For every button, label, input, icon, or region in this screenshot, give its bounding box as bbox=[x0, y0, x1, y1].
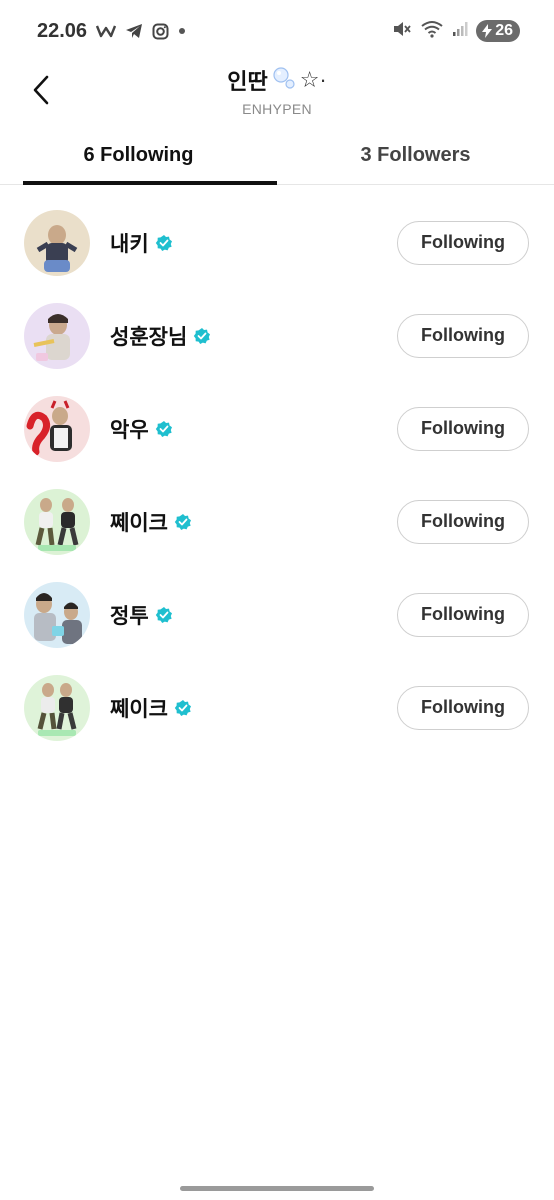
user-name: 성훈장님 bbox=[110, 325, 188, 349]
page-title: 인딴 bbox=[227, 69, 268, 94]
verified-badge-icon bbox=[174, 513, 192, 531]
battery-indicator: 26 bbox=[476, 20, 520, 42]
page-title-row: 인딴 ☆· bbox=[227, 64, 327, 96]
title-decoration: ☆· bbox=[299, 67, 327, 92]
instagram-icon bbox=[152, 23, 169, 40]
home-indicator[interactable] bbox=[180, 1186, 374, 1191]
header-title-block: 인딴 ☆· ENHYPEN bbox=[0, 62, 554, 117]
avatar[interactable] bbox=[24, 302, 90, 369]
user-name-row[interactable]: 쩨이크 bbox=[110, 693, 192, 723]
user-name: 정투 bbox=[110, 604, 149, 628]
header: 인딴 ☆· ENHYPEN bbox=[0, 62, 554, 126]
list-item[interactable]: 쩨이크 Following bbox=[0, 661, 554, 754]
list-item[interactable]: 내키 Following bbox=[0, 196, 554, 289]
verified-badge-icon bbox=[155, 420, 173, 438]
page-subtitle: ENHYPEN bbox=[242, 101, 312, 117]
following-button[interactable]: Following bbox=[397, 406, 529, 451]
charging-icon bbox=[482, 24, 493, 38]
following-button[interactable]: Following bbox=[397, 685, 529, 730]
user-name-row[interactable]: 내키 bbox=[110, 228, 173, 258]
dot-icon bbox=[178, 27, 186, 35]
verified-badge-icon bbox=[174, 699, 192, 717]
tab-followers[interactable]: 3 Followers bbox=[277, 126, 554, 184]
bubbles-icon bbox=[272, 65, 296, 95]
tab-bar: 6 Following 3 Followers bbox=[0, 126, 554, 185]
signal-icon bbox=[452, 21, 468, 42]
verified-badge-icon bbox=[155, 234, 173, 252]
following-button[interactable]: Following bbox=[397, 499, 529, 544]
avatar[interactable] bbox=[24, 395, 90, 462]
user-name-row[interactable]: 쩨이크 bbox=[110, 507, 192, 537]
mute-icon bbox=[392, 20, 412, 43]
tab-following[interactable]: 6 Following bbox=[0, 126, 277, 185]
following-list: 내키 Following 성훈장님 Following 악우 Following… bbox=[0, 196, 554, 754]
clock: 22.06 bbox=[37, 19, 88, 42]
following-button[interactable]: Following bbox=[397, 592, 529, 637]
status-bar: 22.06 26 bbox=[0, 0, 554, 62]
verified-badge-icon bbox=[155, 606, 173, 624]
user-name: 내키 bbox=[110, 232, 149, 256]
status-left: 22.06 bbox=[37, 20, 186, 43]
user-name: 악우 bbox=[110, 418, 149, 442]
telegram-icon bbox=[125, 23, 143, 39]
battery-level: 26 bbox=[495, 22, 513, 39]
following-button[interactable]: Following bbox=[397, 220, 529, 265]
avatar[interactable] bbox=[24, 674, 90, 741]
following-button[interactable]: Following bbox=[397, 313, 529, 358]
list-item[interactable]: 정투 Following bbox=[0, 568, 554, 661]
w-app-icon bbox=[96, 23, 117, 39]
user-name-row[interactable]: 성훈장님 bbox=[110, 321, 211, 351]
list-item[interactable]: 쩨이크 Following bbox=[0, 475, 554, 568]
status-right: 26 bbox=[392, 20, 520, 43]
wifi-icon bbox=[420, 20, 444, 43]
list-item[interactable]: 성훈장님 Following bbox=[0, 289, 554, 382]
avatar[interactable] bbox=[24, 209, 90, 276]
user-name-row[interactable]: 정투 bbox=[110, 600, 173, 630]
avatar[interactable] bbox=[24, 581, 90, 648]
user-name-row[interactable]: 악우 bbox=[110, 414, 173, 444]
user-name: 쩨이크 bbox=[110, 697, 168, 721]
avatar[interactable] bbox=[24, 488, 90, 555]
verified-badge-icon bbox=[193, 327, 211, 345]
list-item[interactable]: 악우 Following bbox=[0, 382, 554, 475]
user-name: 쩨이크 bbox=[110, 511, 168, 535]
